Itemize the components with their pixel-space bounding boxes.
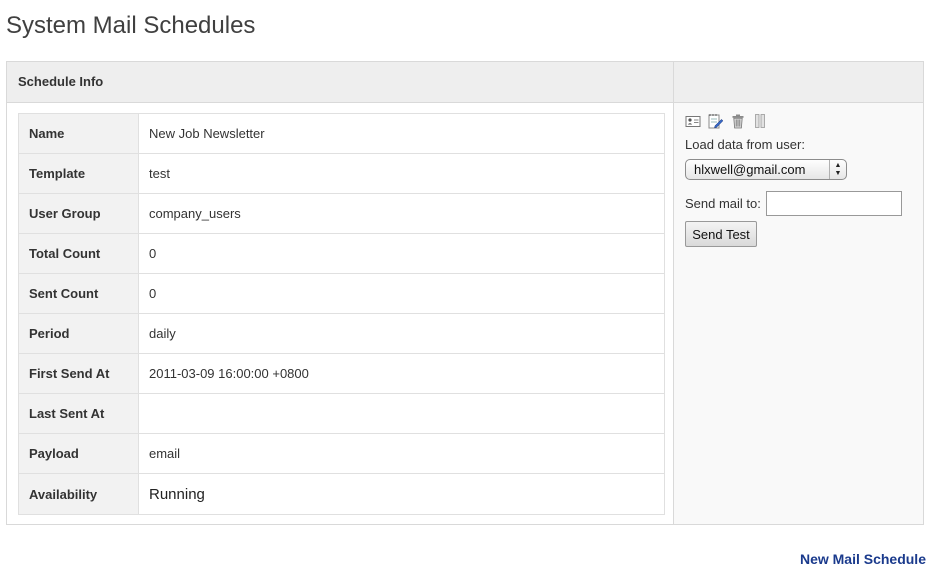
table-row: Sent Count 0	[18, 273, 665, 314]
chevron-updown-icon: ▲ ▼	[829, 160, 846, 179]
new-mail-schedule-link[interactable]: New Mail Schedule	[800, 551, 926, 567]
pause-icon[interactable]	[752, 113, 768, 129]
row-value: daily	[138, 313, 665, 354]
row-label: Last Sent At	[18, 393, 139, 434]
table-row: First Send At 2011-03-09 16:00:00 +0800	[18, 353, 665, 394]
table-row: Name New Job Newsletter	[18, 113, 665, 154]
schedule-info-table: Name New Job Newsletter Template test Us…	[18, 113, 665, 515]
availability-status: Running	[138, 473, 665, 515]
table-row: User Group company_users	[18, 193, 665, 234]
row-label: Name	[18, 113, 139, 154]
row-value: New Job Newsletter	[138, 113, 665, 154]
row-label: Payload	[18, 433, 139, 474]
panel-header-left: Schedule Info	[7, 62, 674, 102]
load-data-label: Load data from user:	[685, 137, 805, 152]
send-test-button[interactable]: Send Test	[685, 221, 757, 247]
send-to-label: Send mail to:	[685, 196, 761, 211]
row-label: Availability	[18, 473, 139, 515]
schedule-panel: Schedule Info Name New Job Newsletter Te…	[6, 61, 924, 525]
page-title: System Mail Schedules	[6, 12, 256, 39]
schedule-info-section: Name New Job Newsletter Template test Us…	[7, 103, 674, 524]
row-value: test	[138, 153, 665, 194]
user-select[interactable]: hlxwell@gmail.com ▲ ▼	[685, 159, 847, 180]
row-label: User Group	[18, 193, 139, 234]
table-row: Last Sent At	[18, 393, 665, 434]
row-label: Template	[18, 153, 139, 194]
table-row: Payload email	[18, 433, 665, 474]
action-icons	[685, 113, 770, 129]
row-value: company_users	[138, 193, 665, 234]
send-to-input[interactable]	[766, 191, 902, 216]
panel-header: Schedule Info	[7, 62, 923, 103]
edit-icon[interactable]	[707, 113, 724, 129]
table-row: Availability Running	[18, 473, 665, 515]
row-label: Sent Count	[18, 273, 139, 314]
row-label: First Send At	[18, 353, 139, 394]
table-row: Template test	[18, 153, 665, 194]
row-value: 0	[138, 273, 665, 314]
panel-title: Schedule Info	[18, 74, 104, 89]
table-row: Period daily	[18, 313, 665, 354]
row-value: 0	[138, 233, 665, 274]
row-value: 2011-03-09 16:00:00 +0800	[138, 353, 665, 394]
test-mail-section: Load data from user: hlxwell@gmail.com ▲…	[674, 103, 923, 524]
row-label: Period	[18, 313, 139, 354]
trash-icon[interactable]	[730, 113, 746, 129]
vcard-icon[interactable]	[685, 113, 701, 129]
table-row: Total Count 0	[18, 233, 665, 274]
row-label: Total Count	[18, 233, 139, 274]
row-value	[138, 393, 665, 434]
row-value: email	[138, 433, 665, 474]
user-select-value: hlxwell@gmail.com	[694, 162, 806, 177]
